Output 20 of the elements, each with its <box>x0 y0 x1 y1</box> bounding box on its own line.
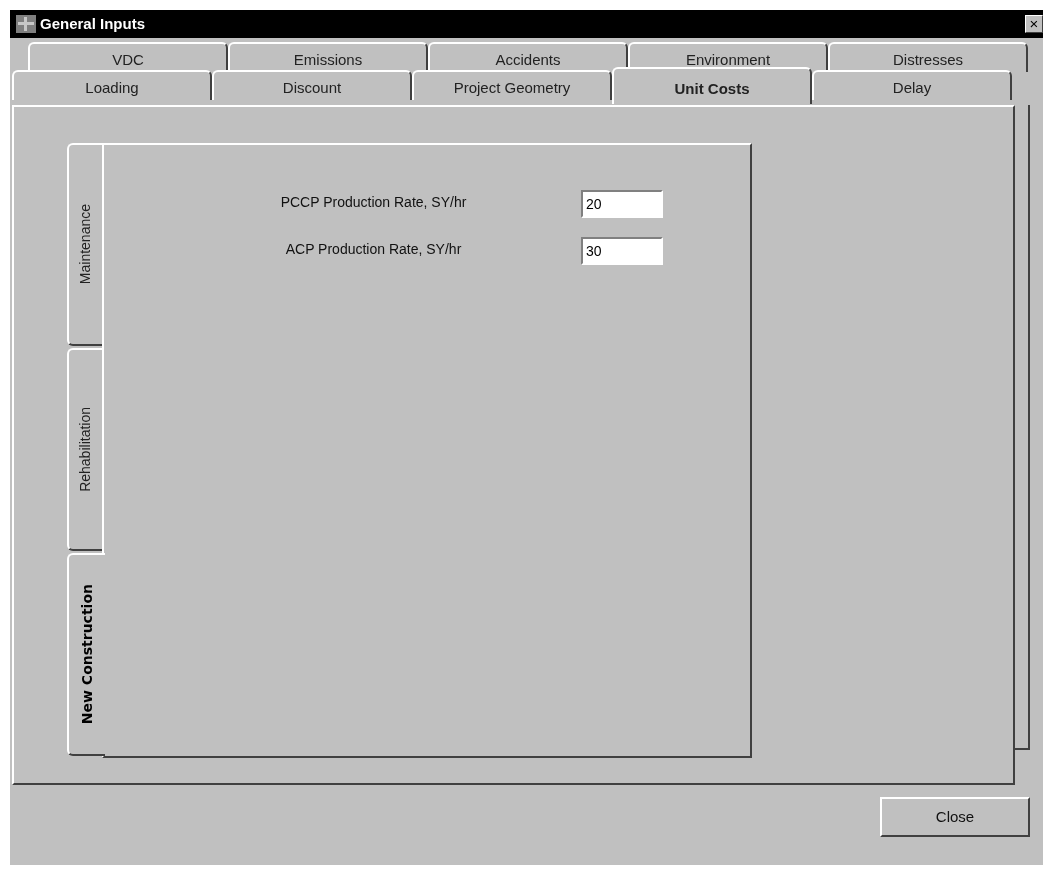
side-tab[interactable]: Rehabilitation <box>67 348 102 551</box>
app-icon <box>16 15 36 33</box>
tab[interactable]: Project Geometry <box>412 70 612 100</box>
window-title: General Inputs <box>40 13 146 34</box>
tab[interactable]: VDC <box>28 42 228 72</box>
tab[interactable]: Discount <box>212 70 412 100</box>
field-label: PCCP Production Rate, SY/hr <box>279 193 468 212</box>
close-button[interactable]: Close <box>880 797 1030 837</box>
input-field[interactable]: 30 <box>581 237 663 265</box>
tab[interactable]: Loading <box>12 70 212 100</box>
side-tab[interactable]: New Construction <box>67 553 105 756</box>
tab[interactable]: Emissions <box>228 42 428 72</box>
field-label: ACP Production Rate, SY/hr <box>284 240 463 259</box>
tab[interactable]: Distresses <box>828 42 1028 72</box>
tab[interactable]: Unit Costs <box>612 67 812 104</box>
input-field[interactable]: 20 <box>581 190 663 218</box>
tab[interactable]: Delay <box>812 70 1012 100</box>
tab[interactable]: Accidents <box>428 42 628 72</box>
side-tab[interactable]: Maintenance <box>67 143 102 346</box>
close-button[interactable]: × <box>1025 15 1043 33</box>
